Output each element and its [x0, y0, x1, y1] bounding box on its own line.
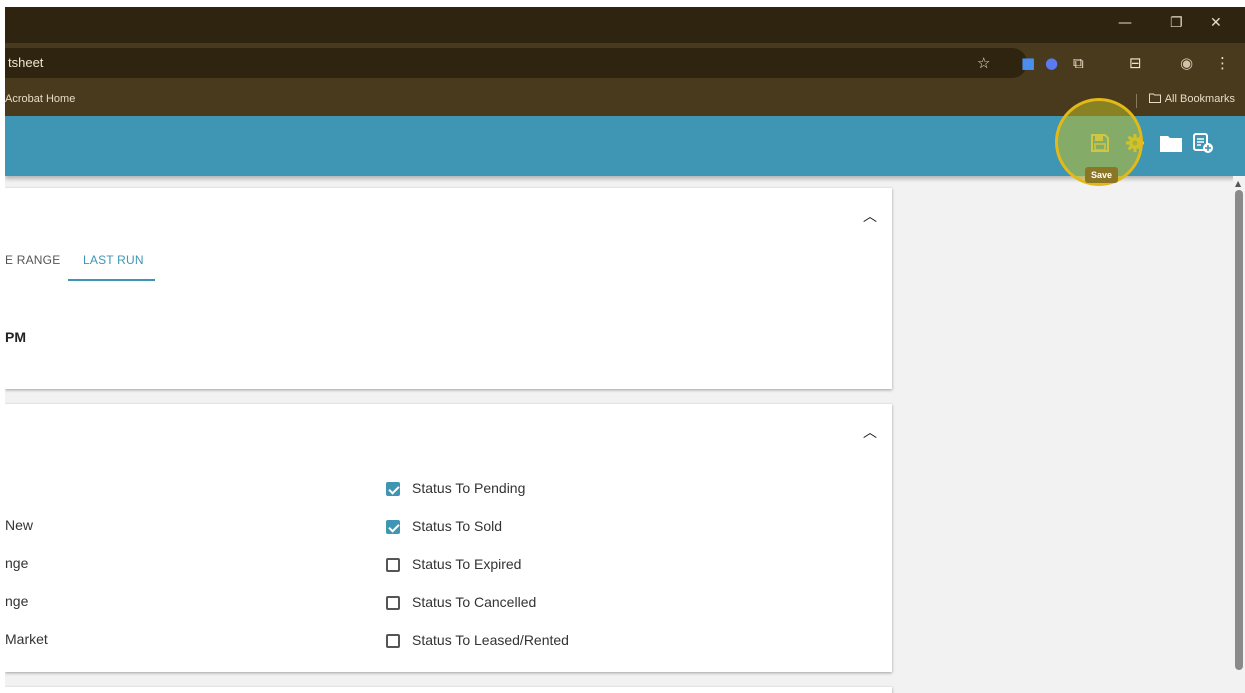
add-report-icon[interactable]: [1192, 132, 1214, 154]
collapse-chevron-icon[interactable]: ︿: [863, 206, 877, 226]
collapse-chevron-icon[interactable]: ︿: [863, 422, 877, 442]
checkbox-expired[interactable]: [386, 558, 400, 572]
avatar[interactable]: ◉: [1180, 54, 1193, 72]
close-icon[interactable]: ✕: [1210, 15, 1222, 31]
folder-icon: [1148, 93, 1161, 103]
checkbox-label-sold[interactable]: Status To Sold: [412, 518, 502, 534]
checkbox-leased[interactable]: [386, 634, 400, 648]
save-tooltip: Save: [1085, 167, 1119, 183]
address-bar[interactable]: tsheet: [5, 48, 1027, 78]
menu-icon[interactable]: ⋮: [1215, 54, 1230, 72]
puzzle-icon[interactable]: ⧉: [1073, 54, 1084, 72]
scrollbar[interactable]: ▲: [1233, 176, 1245, 693]
scrollbar-thumb[interactable]: [1235, 190, 1243, 670]
bookmark-divider: [1136, 94, 1137, 108]
checkbox-cancelled[interactable]: [386, 596, 400, 610]
address-text: tsheet: [8, 55, 44, 70]
reading-list-icon[interactable]: ⊟: [1129, 54, 1142, 72]
last-run-time: PM: [5, 329, 26, 345]
checkbox-sold[interactable]: [386, 520, 400, 534]
checkbox-label-pending[interactable]: Status To Pending: [412, 480, 525, 496]
left-option-new[interactable]: New: [5, 517, 33, 533]
tab-indicator: [68, 279, 155, 281]
extension-icon[interactable]: ■: [1021, 54, 1035, 72]
toolbar: tsheet ☆ ■ ● ⧉ ⊟ ◉ ⋮: [5, 43, 1245, 89]
run-settings-card: ︿ E RANGE LAST RUN PM: [5, 188, 892, 389]
checkbox-label-expired[interactable]: Status To Expired: [412, 556, 521, 572]
minimize-icon[interactable]: —: [1118, 15, 1132, 31]
screen: — ❐ ✕ tsheet ☆ ■ ● ⧉ ⊟ ◉ ⋮ Acrobat Home …: [5, 7, 1245, 693]
extension-2-icon[interactable]: ●: [1045, 54, 1058, 72]
left-option-change-2[interactable]: nge: [5, 593, 28, 609]
tab-date-range[interactable]: E RANGE: [5, 253, 60, 267]
all-bookmarks-label: All Bookmarks: [1164, 93, 1235, 105]
scroll-up-icon[interactable]: ▲: [1235, 179, 1241, 188]
all-bookmarks[interactable]: All Bookmarks: [1148, 93, 1235, 105]
restore-icon[interactable]: ❐: [1170, 15, 1183, 31]
checkbox-label-leased[interactable]: Status To Leased/Rented: [412, 632, 569, 648]
bookmarks-bar: Acrobat Home All Bookmarks: [5, 89, 1245, 116]
left-option-change[interactable]: nge: [5, 555, 28, 571]
star-icon[interactable]: ☆: [977, 54, 990, 72]
left-option-market[interactable]: Market: [5, 631, 48, 647]
folder-icon[interactable]: [1160, 135, 1182, 152]
title-bar: — ❐ ✕: [5, 7, 1245, 43]
next-card: [5, 687, 892, 693]
checkbox-label-cancelled[interactable]: Status To Cancelled: [412, 594, 536, 610]
bookmark-acrobat[interactable]: Acrobat Home: [5, 93, 75, 105]
checkbox-pending[interactable]: [386, 482, 400, 496]
tab-last-run[interactable]: LAST RUN: [83, 253, 144, 267]
status-filter-card: ︿ New nge nge Market Status To Pending S…: [5, 404, 892, 672]
